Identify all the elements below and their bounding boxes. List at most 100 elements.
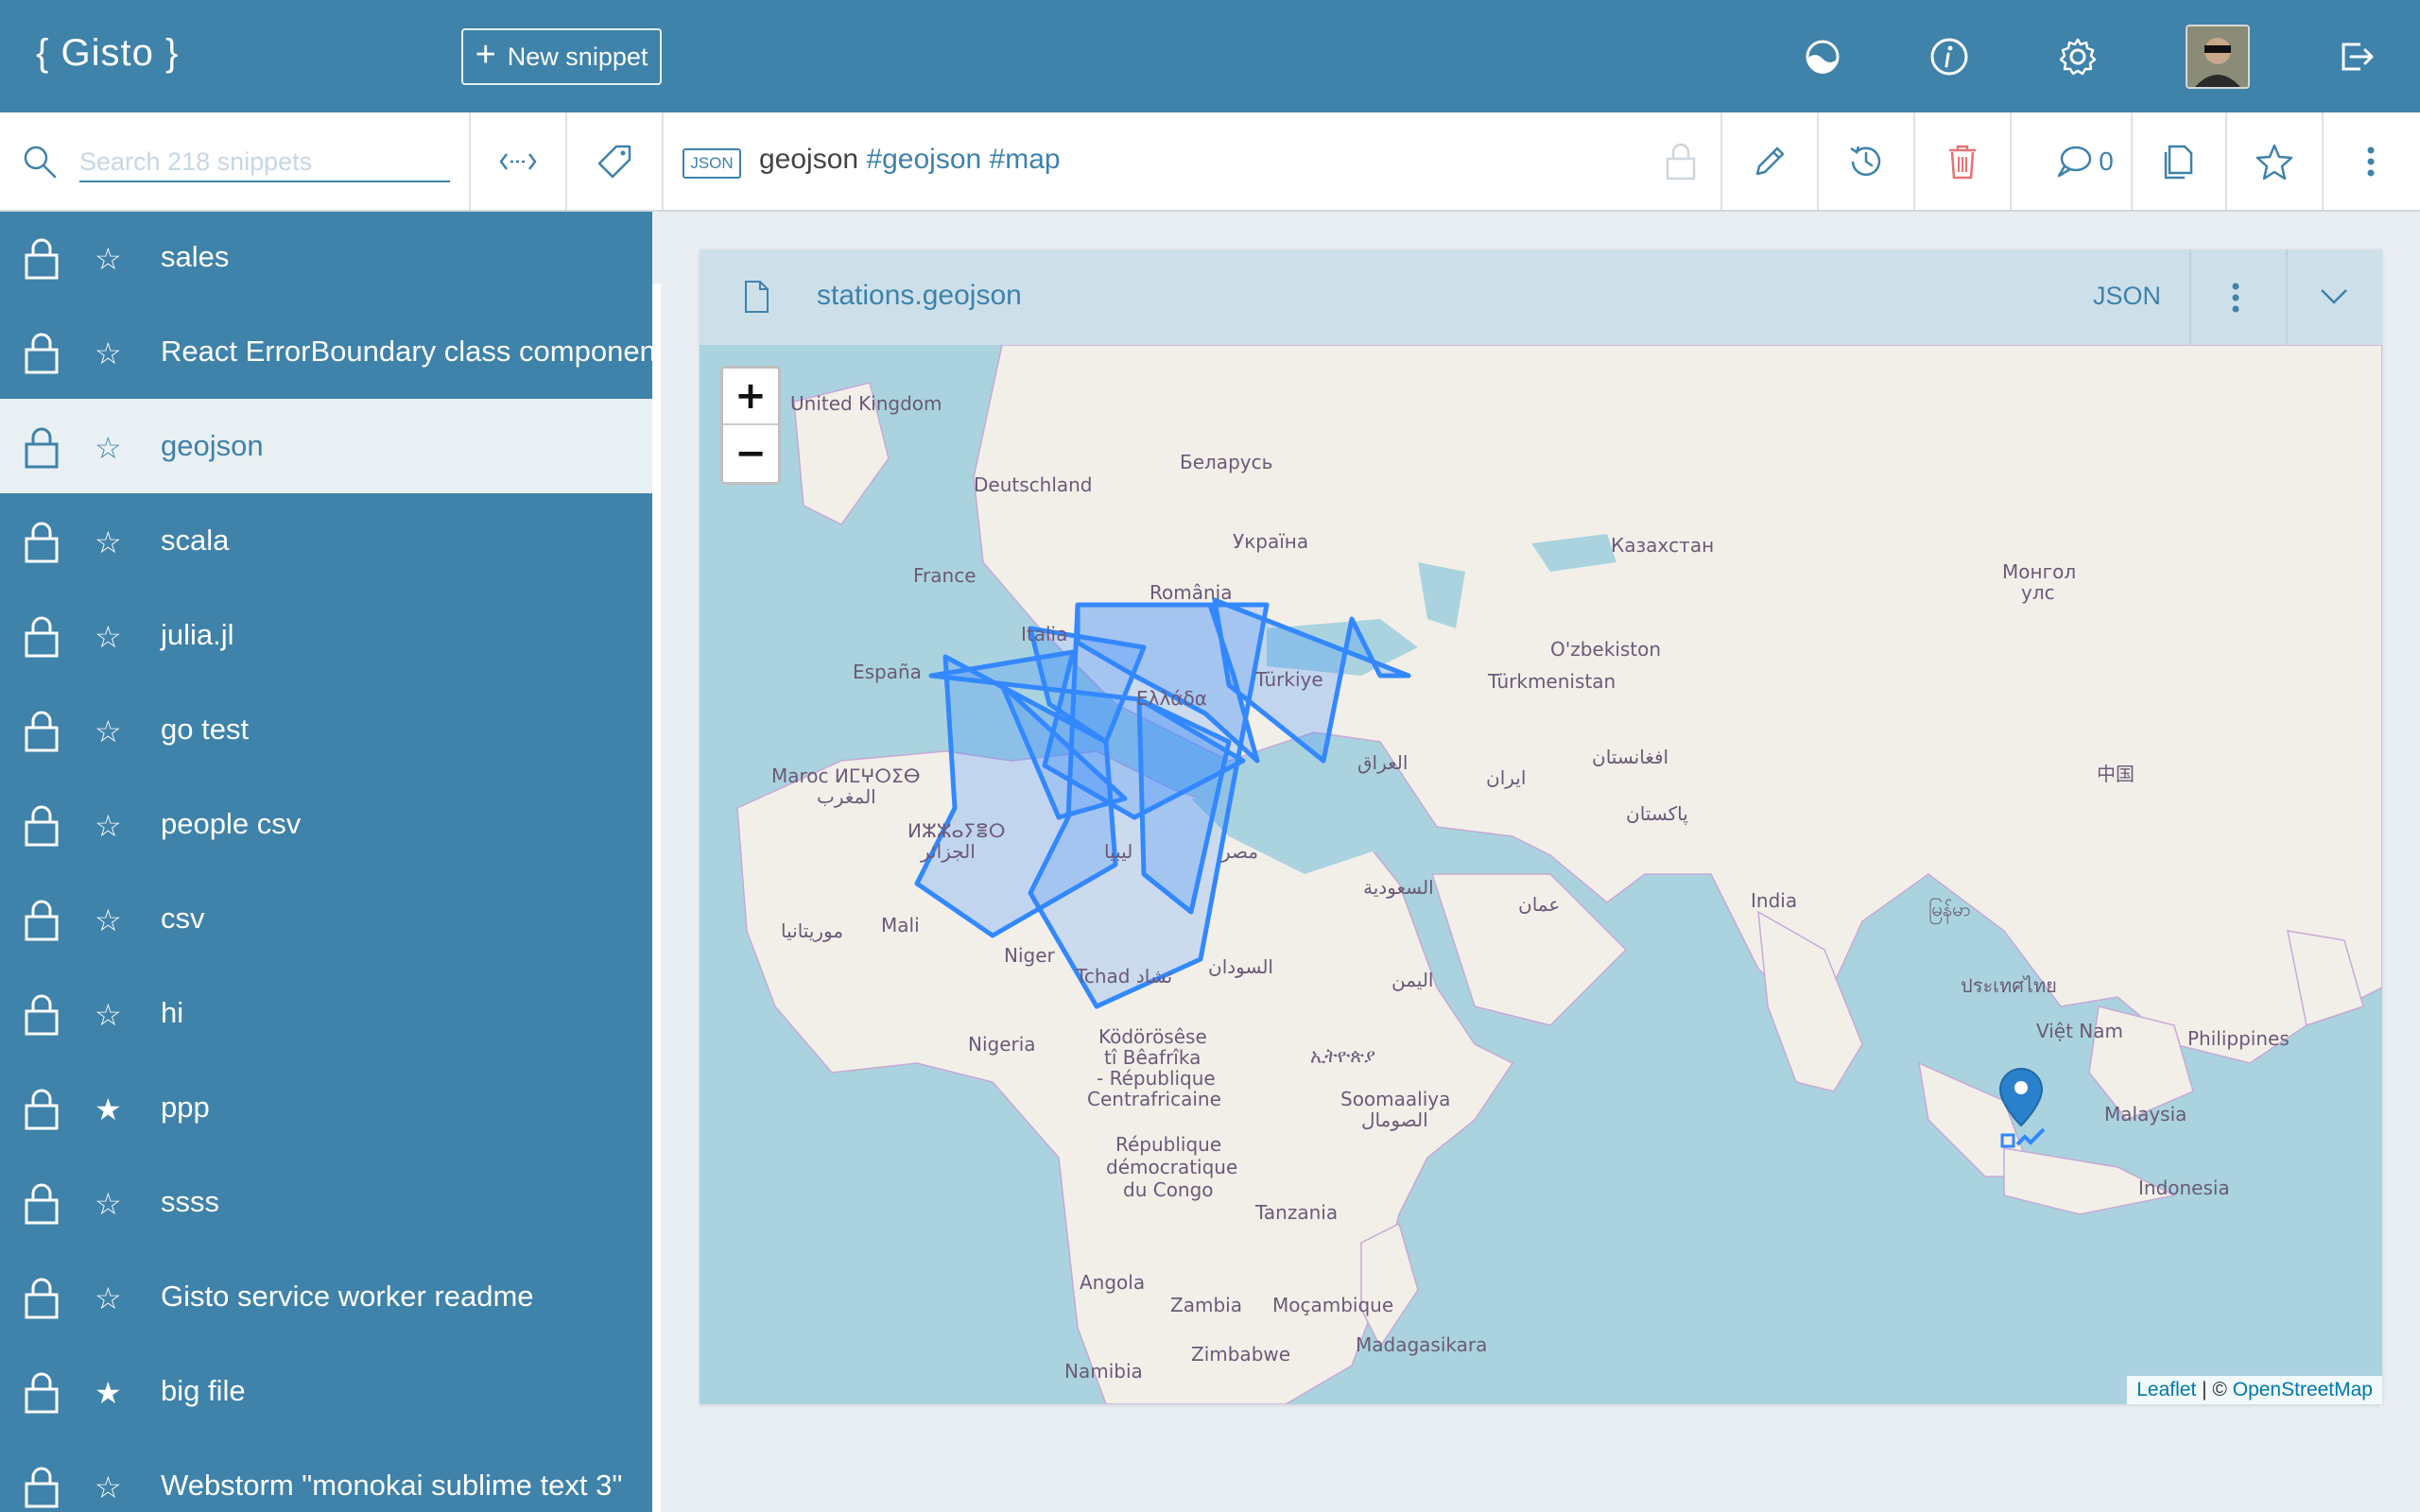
map-label: du Congo: [1123, 1178, 1214, 1201]
star-outline-icon[interactable]: ☆: [95, 338, 122, 369]
star-outline-icon[interactable]: ☆: [95, 1189, 122, 1219]
list-item[interactable]: ★ ppp: [0, 1060, 652, 1155]
map-label: Deutschland: [974, 473, 1093, 496]
list-item[interactable]: ☆ React ErrorBoundary class component: [0, 304, 652, 399]
header-divider: [2189, 249, 2191, 345]
map-label: - République: [1097, 1067, 1216, 1090]
star-filled-icon[interactable]: ★: [95, 1378, 122, 1408]
snippet-tags[interactable]: #geojson #map: [866, 144, 1060, 175]
star-outline-icon[interactable]: ☆: [95, 716, 122, 747]
file-name: stations.geojson: [817, 280, 1022, 311]
collapse-chevron-icon[interactable]: [2320, 287, 2348, 311]
lock-icon[interactable]: [23, 900, 60, 941]
theme-icon[interactable]: [1794, 28, 1851, 85]
history-icon[interactable]: [1838, 133, 1894, 190]
lock-icon[interactable]: [23, 1467, 60, 1508]
map-label: ليبيا: [1104, 840, 1133, 863]
map-label: Україна: [1233, 530, 1309, 553]
star-outline-icon[interactable]: ☆: [95, 1000, 122, 1030]
lock-icon[interactable]: [23, 427, 60, 469]
list-item[interactable]: ☆ Gisto service worker readme: [0, 1249, 652, 1344]
list-item[interactable]: ☆ ssss: [0, 1155, 652, 1249]
zoom-out-button[interactable]: −: [723, 425, 778, 482]
list-item-label: scala: [161, 524, 230, 557]
lock-icon[interactable]: [23, 1089, 60, 1130]
toolbar-divider: [565, 112, 567, 210]
settings-icon[interactable]: [2049, 28, 2106, 85]
star-outline-icon[interactable]: ☆: [95, 811, 122, 841]
map-label: Soomaaliya: [1340, 1088, 1451, 1110]
delete-icon[interactable]: [1934, 133, 1991, 190]
star-outline-icon[interactable]: ☆: [95, 905, 122, 936]
list-item[interactable]: ☆ geojson: [0, 399, 652, 493]
file-menu-icon[interactable]: [2231, 282, 2240, 318]
map-label: اليمن: [1392, 969, 1434, 991]
star-outline-icon[interactable]: ☆: [95, 433, 122, 463]
star-outline-icon[interactable]: ☆: [95, 1283, 122, 1314]
lock-icon[interactable]: [23, 1183, 60, 1225]
lock-icon[interactable]: [23, 333, 60, 374]
list-item[interactable]: ☆ go test: [0, 682, 652, 777]
list-item-label: people csv: [161, 807, 302, 840]
file-language: JSON: [2093, 282, 2162, 310]
star-outline-icon[interactable]: ☆: [95, 622, 122, 652]
info-icon[interactable]: [1921, 28, 1978, 85]
user-avatar[interactable]: [2186, 25, 2250, 89]
openstreetmap-link[interactable]: OpenStreetMap: [2233, 1379, 2373, 1400]
more-vertical-icon[interactable]: [2342, 133, 2399, 190]
sidebar-scrollbar[interactable]: [652, 284, 661, 1512]
lock-icon[interactable]: [23, 1372, 60, 1414]
code-view-icon[interactable]: [490, 133, 546, 190]
tag-icon[interactable]: [586, 133, 643, 190]
lock-icon[interactable]: [23, 1278, 60, 1319]
map-label: Indonesia: [2138, 1177, 2230, 1199]
map-label: Tanzania: [1255, 1201, 1339, 1224]
map-label: Centrafricaine: [1087, 1088, 1221, 1110]
comments-button[interactable]: 0: [2032, 133, 2136, 190]
list-item-label: go test: [161, 713, 250, 746]
map-label: Türkmenistan: [1488, 670, 1616, 693]
toolbar-divider: [2131, 112, 2133, 210]
lock-icon[interactable]: [23, 711, 60, 752]
lock-icon[interactable]: [23, 522, 60, 563]
star-outline-icon[interactable]: ☆: [95, 1472, 122, 1503]
lock-icon[interactable]: [23, 616, 60, 658]
map-label: România: [1150, 581, 1233, 604]
map-label: France: [913, 564, 977, 587]
new-snippet-button[interactable]: + New snippet: [461, 28, 662, 85]
list-item-label: React ErrorBoundary class component: [161, 335, 652, 368]
leaflet-link[interactable]: Leaflet: [2136, 1379, 2196, 1400]
map-label: Tchad تشاد: [1076, 965, 1173, 988]
map-label: Монгол: [2002, 560, 2077, 583]
list-item[interactable]: ☆ sales: [0, 212, 652, 304]
copy-icon[interactable]: [2150, 133, 2206, 190]
map-label: Italia: [1021, 623, 1068, 645]
list-item[interactable]: ☆ julia.jl: [0, 588, 652, 682]
lock-icon[interactable]: [23, 805, 60, 847]
toolbar: 0: [0, 112, 2420, 212]
search-icon: [11, 133, 68, 190]
map-label: افغانستان: [1592, 746, 1669, 768]
list-item[interactable]: ☆ csv: [0, 871, 652, 966]
lock-icon[interactable]: [23, 994, 60, 1036]
star-outline-icon[interactable]: ☆: [95, 244, 122, 274]
map-view[interactable]: United Kingdom Беларусь Deutschland Укра…: [700, 345, 2382, 1404]
lock-icon[interactable]: [23, 238, 60, 280]
star-outline-icon[interactable]: ☆: [95, 527, 122, 558]
list-item[interactable]: ☆ scala: [0, 493, 652, 588]
star-filled-icon[interactable]: ★: [95, 1094, 122, 1125]
list-item[interactable]: ☆ people csv: [0, 777, 652, 871]
list-item[interactable]: ☆ Webstorm "monokai sublime text 3": [0, 1438, 652, 1512]
zoom-in-button[interactable]: +: [723, 369, 778, 425]
list-item[interactable]: ★ big file: [0, 1344, 652, 1438]
new-snippet-label: New snippet: [507, 42, 648, 71]
list-item[interactable]: ☆ hi: [0, 966, 652, 1060]
star-icon[interactable]: [2246, 133, 2303, 190]
map-label: المغرب: [817, 785, 876, 808]
list-item-label: Gisto service worker readme: [161, 1280, 534, 1313]
search-input[interactable]: [79, 143, 450, 182]
lock-icon[interactable]: [1652, 133, 1709, 190]
map-label: Zambia: [1170, 1294, 1242, 1316]
edit-icon[interactable]: [1741, 133, 1798, 190]
logout-icon[interactable]: [2327, 28, 2384, 85]
